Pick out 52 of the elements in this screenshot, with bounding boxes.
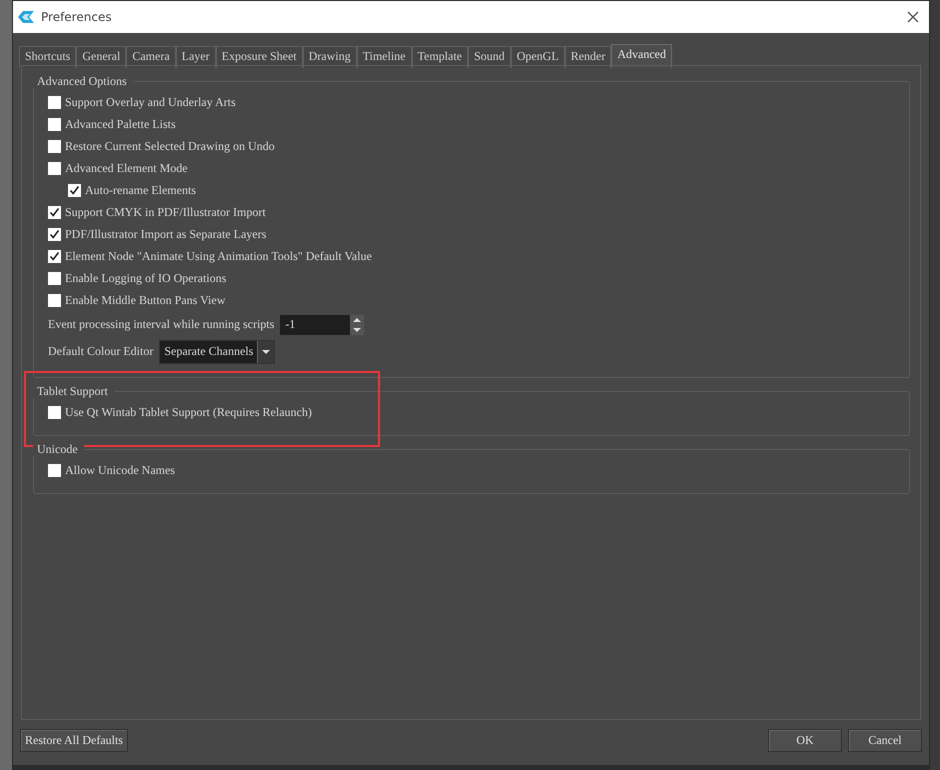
checkbox-label[interactable]: Allow Unicode Names [65, 462, 175, 478]
tab[interactable]: Camera [126, 46, 176, 68]
checkbox[interactable] [68, 184, 81, 196]
checkbox[interactable] [48, 464, 61, 476]
tab[interactable]: Exposure Sheet [216, 46, 303, 68]
field-label: Event processing interval while running scripts [48, 317, 274, 332]
dropdown-arrow-icon [261, 348, 272, 354]
app-logo-icon [17, 9, 35, 25]
tab[interactable]: General [76, 46, 126, 68]
checkbox-label[interactable]: Support Overlay and Underlay Arts [65, 94, 236, 110]
group-title: Advanced Options [33, 74, 133, 88]
checkbox-label[interactable]: Enable Middle Button Pans View [65, 292, 226, 308]
window-title: Preferences [41, 10, 112, 24]
spin-up-icon[interactable] [350, 314, 364, 324]
checkbox-label[interactable]: Auto-rename Elements [85, 182, 196, 198]
tab[interactable]: Template [412, 46, 468, 68]
tab[interactable]: Advanced [611, 44, 672, 68]
checkbox-label[interactable]: Element Node "Animate Using Animation Tools" Default Value [65, 248, 372, 264]
dialog-button[interactable]: OK [768, 729, 842, 752]
tab[interactable]: Drawing [302, 46, 357, 68]
dropdown[interactable]: Separate Channels [159, 340, 276, 364]
tab[interactable]: Layer [176, 46, 216, 68]
checkbox[interactable] [48, 118, 61, 130]
checkbox[interactable] [48, 272, 61, 284]
checkbox[interactable] [48, 140, 61, 152]
checkbox[interactable] [48, 228, 61, 240]
restore-defaults-button[interactable]: Restore All Defaults [20, 729, 128, 752]
checkbox-label[interactable]: Use Qt Wintab Tablet Support (Requires Relaunch) [65, 404, 312, 420]
tab[interactable]: Render [564, 46, 612, 68]
checkbox-label[interactable]: Restore Current Selected Drawing on Undo [65, 138, 275, 154]
checkbox[interactable] [48, 162, 61, 174]
field-label: Default Colour Editor [48, 344, 154, 359]
checkbox-label[interactable]: Enable Logging of IO Operations [65, 270, 226, 286]
group-title: Tablet Support [33, 384, 114, 398]
spin-down-icon[interactable] [350, 324, 364, 334]
tab[interactable]: Timeline [356, 46, 412, 68]
checkbox[interactable] [48, 206, 61, 218]
checkbox-label[interactable]: Advanced Element Mode [65, 160, 188, 176]
checkbox-label[interactable]: Support CMYK in PDF/Illustrator Import [65, 204, 266, 220]
group-title: Unicode [33, 442, 84, 456]
close-icon[interactable] [907, 11, 919, 23]
checkbox[interactable] [48, 96, 61, 108]
tab[interactable]: Sound [468, 46, 511, 68]
tab[interactable]: OpenGL [510, 46, 565, 68]
checkbox[interactable] [48, 294, 61, 306]
checkbox[interactable] [48, 406, 61, 418]
tab[interactable]: Shortcuts [19, 46, 76, 68]
dialog-button[interactable]: Cancel [848, 729, 922, 752]
number-field[interactable]: -1 [280, 314, 350, 334]
checkbox-label[interactable]: Advanced Palette Lists [65, 116, 176, 132]
checkbox[interactable] [48, 250, 61, 262]
checkbox-label[interactable]: PDF/Illustrator Import as Separate Layers [65, 226, 266, 242]
